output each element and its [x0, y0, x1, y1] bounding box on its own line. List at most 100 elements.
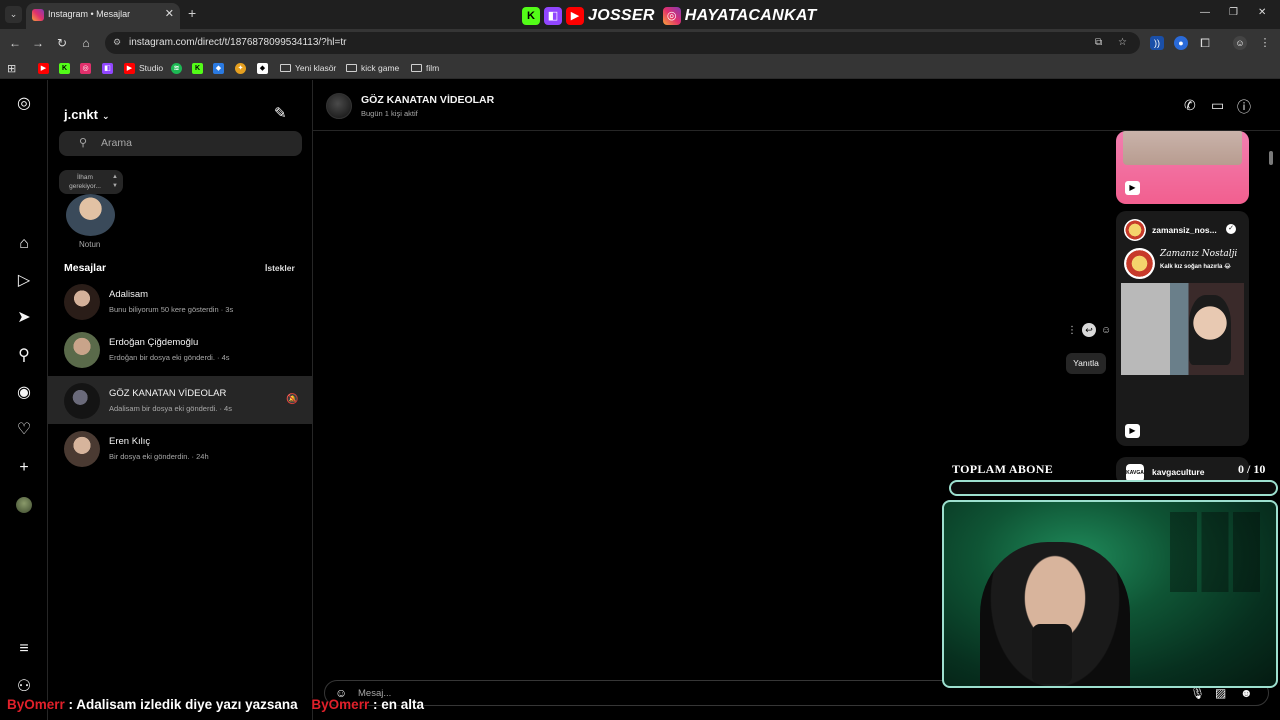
more-options-icon[interactable]: ⋮	[1067, 325, 1077, 336]
reload-icon[interactable]: ↻	[53, 34, 71, 52]
chevron-down-icon: ⌄	[101, 111, 110, 121]
new-message-icon[interactable]: ✎	[274, 104, 292, 122]
avatar	[64, 431, 100, 467]
conversation-name: Adalisam	[109, 289, 149, 300]
browser-menu-icon[interactable]: ⋮	[1258, 36, 1272, 50]
maximize-button[interactable]: ❐	[1229, 7, 1238, 18]
bookmark-kick-2[interactable]: K	[192, 61, 203, 75]
note-avatar[interactable]	[66, 194, 115, 236]
instagram-logo-icon[interactable]: ◎	[14, 94, 34, 114]
explore-compass-icon[interactable]: ◉	[14, 383, 34, 403]
microphone	[1032, 624, 1072, 684]
browser-tab[interactable]: Instagram • Mesajlar ✕	[26, 3, 180, 29]
bookmark-youtube[interactable]: ▶	[38, 61, 49, 75]
bookmark-kick[interactable]: K	[59, 61, 70, 75]
account-switcher[interactable]: j.cnkt ⌄	[64, 107, 110, 122]
reel-caption: Kalk kız soğan hazırla 😂	[1160, 264, 1232, 270]
folder-icon	[280, 64, 291, 72]
conversation-row-active[interactable]: GÖZ KANATAN VİDEOLAR Adalisam bir dosya …	[48, 376, 313, 424]
bookmark-app-3[interactable]: ◆	[257, 61, 268, 75]
extension-translate-icon[interactable]: ))	[1150, 36, 1164, 50]
note-label: Notun	[79, 240, 101, 249]
group-avatar[interactable]	[326, 93, 352, 119]
bookmark-app-2[interactable]: ✦	[235, 61, 246, 75]
bookmark-folder-film[interactable]: film	[411, 61, 439, 75]
bookmark-spotify[interactable]: ≋	[171, 61, 182, 75]
bookmark-folder-kick-game[interactable]: kick game	[346, 61, 399, 75]
phone-call-icon[interactable]: ✆	[1184, 97, 1196, 114]
scrollbar-thumb[interactable]	[1269, 151, 1273, 165]
kick-icon: K	[522, 6, 540, 25]
extensions-puzzle-icon[interactable]: ⧠	[1198, 36, 1212, 50]
search-icon[interactable]: ⚲	[14, 346, 34, 366]
shared-reel-card[interactable]: zamansiz_nos... ✓ Zamanız Nostalji Kalk …	[1116, 211, 1249, 446]
conversation-row[interactable]: Adalisam Bunu biliyorum 50 kere gösterdi…	[48, 277, 313, 325]
back-arrow-icon[interactable]: ←	[6, 34, 24, 52]
address-bar[interactable]: ⚙ instagram.com/direct/t/187687809953411…	[105, 32, 1140, 54]
note-text: İlham gerekiyor...	[69, 174, 101, 190]
instagram-icon: ◎	[80, 62, 91, 74]
tab-close-icon[interactable]: ✕	[165, 7, 174, 20]
subscriber-goal-label: TOPLAM ABONE	[952, 462, 1054, 476]
forward-arrow-icon[interactable]: →	[29, 34, 47, 52]
reply-arrow-icon[interactable]: ↩	[1082, 323, 1096, 337]
browser-tab-strip: ⌄ Instagram • Mesajlar ✕ + K ◧ ▶ JOSSER …	[0, 0, 1280, 29]
reel-account-name: kavgaculture	[1152, 467, 1205, 477]
close-window-button[interactable]: ✕	[1258, 7, 1266, 18]
message-hover-actions: ⋮ ↩ ☺	[1067, 323, 1111, 337]
app-icon: ✦	[235, 62, 246, 74]
conversation-row[interactable]: Erdoğan Çiğdemoğlu Erdoğan bir dosya eki…	[48, 325, 313, 373]
requests-link[interactable]: İstekler	[265, 263, 295, 273]
left-nav-rail: ◎ ⌂ ▷ ➤ ⚲ ◉ ♡ + ≡ ⚇	[0, 80, 48, 720]
react-emoji-icon[interactable]: ☺	[1101, 325, 1111, 336]
sticker-icon[interactable]: ☻	[1240, 686, 1253, 700]
bookmark-app[interactable]: ◆	[213, 61, 224, 75]
home-icon[interactable]: ⌂	[14, 234, 34, 254]
bookmark-instagram[interactable]: ◎	[80, 61, 91, 75]
note-bubble[interactable]: İlham gerekiyor... ▲ ▼	[59, 170, 123, 194]
reels-icon[interactable]: ▷	[14, 271, 34, 291]
bookmark-studio[interactable]: ▶ Studio	[124, 61, 163, 75]
brand-name-josser: JOSSER	[588, 6, 655, 24]
minimize-button[interactable]: —	[1200, 7, 1210, 18]
youtube-icon: ▶	[38, 62, 49, 74]
youtube-icon: ▶	[124, 62, 135, 74]
video-call-icon[interactable]: ▭	[1211, 97, 1224, 114]
messages-send-icon[interactable]: ➤	[14, 308, 34, 328]
chat-status: Bugün 1 kişi aktif	[361, 109, 418, 118]
account-username: j.cnkt	[64, 107, 98, 122]
chat-title[interactable]: GÖZ KANATAN VİDEOLAR	[361, 94, 494, 106]
tab-search-button[interactable]: ⌄	[5, 6, 22, 23]
chat-message: : Adalisam izledik diye yazı yazsana	[68, 697, 298, 712]
bookmark-twitch[interactable]: ◧	[102, 61, 113, 75]
extension-shield-icon[interactable]: ●	[1174, 36, 1188, 50]
screen: ⌄ Instagram • Mesajlar ✕ + K ◧ ▶ JOSSER …	[0, 0, 1280, 720]
create-plus-icon[interactable]: +	[14, 458, 34, 478]
reel-thumbnail	[1121, 283, 1244, 375]
site-info-icon[interactable]: ⚙	[113, 37, 121, 48]
conversation-row[interactable]: Eren Kılıç Bir dosya eki gönderdin. · 24…	[48, 424, 313, 472]
notifications-heart-icon[interactable]: ♡	[14, 420, 34, 440]
profile-avatar-icon[interactable]: ☺	[1233, 36, 1247, 50]
reel-thumbnail	[1123, 131, 1242, 165]
conversation-preview: Adalisam bir dosya eki gönderdi. · 4s	[109, 404, 232, 413]
conversation-name: Erdoğan Çiğdemoğlu	[109, 337, 199, 348]
microphone-icon[interactable]: 🎙	[1190, 686, 1205, 700]
home-icon[interactable]: ⌂	[77, 34, 95, 52]
search-input[interactable]: ⚲ Arama	[59, 131, 302, 156]
conversation-name: GÖZ KANATAN VİDEOLAR	[109, 388, 227, 399]
browser-toolbar: ← → ↻ ⌂ ⚙ instagram.com/direct/t/1876878…	[0, 29, 1280, 57]
threads-apps-icon[interactable]: ⚇	[14, 677, 34, 697]
bookmark-star-icon[interactable]: ☆	[1118, 37, 1127, 48]
new-tab-button[interactable]: +	[188, 5, 196, 21]
chat-username: ByOmerr	[311, 697, 370, 712]
profile-avatar[interactable]	[16, 497, 32, 513]
install-app-icon[interactable]: ⧉	[1095, 37, 1102, 48]
info-icon[interactable]: ⓘ	[1237, 97, 1251, 117]
bookmark-folder-yeni[interactable]: Yeni klasör	[280, 61, 336, 75]
more-menu-icon[interactable]: ≡	[14, 639, 34, 659]
shared-reel-card[interactable]: ▶	[1116, 131, 1249, 204]
apps-grid-icon[interactable]: ⊞	[7, 61, 16, 75]
kick-icon: K	[59, 62, 70, 74]
image-upload-icon[interactable]: ▨	[1215, 686, 1226, 700]
